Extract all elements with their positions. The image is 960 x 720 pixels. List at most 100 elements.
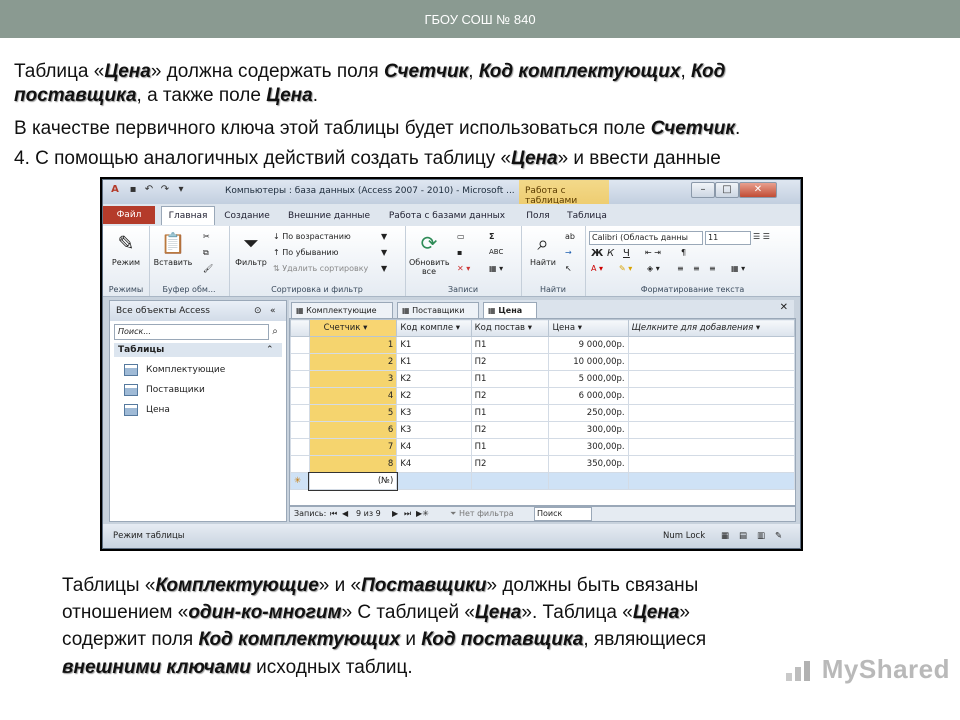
remove-sort-button[interactable]: ⇅ Удалить сортировку (273, 264, 368, 273)
cell-tsena[interactable]: 5 000,00р. (548, 370, 629, 388)
quick-access-dropdown-icon[interactable]: ▾ (175, 184, 187, 196)
cell-kod-komplektuyushchikh[interactable]: K4 (396, 455, 472, 473)
table-row[interactable]: 6 K3 П2 300,00р. (290, 421, 795, 439)
cell-empty[interactable] (627, 336, 795, 354)
no-filter-button[interactable]: ⏷ Нет фильтра (450, 507, 514, 521)
cell-kod-komplektuyushchikh[interactable]: K1 (396, 353, 472, 371)
column-header-tsena[interactable]: Цена ▾ (548, 319, 629, 337)
record-position[interactable]: 9 из 9 (356, 507, 381, 521)
toggle-filter-icon[interactable]: ▼ (381, 264, 387, 273)
chevron-down-icon[interactable]: ⊙ (254, 301, 262, 321)
cell-kod-postavshchika[interactable]: П1 (470, 404, 550, 422)
row-selector[interactable] (290, 404, 310, 422)
align-left-icon[interactable]: ≡ (677, 264, 684, 273)
cell-kod-postavshchika[interactable]: П2 (470, 387, 550, 405)
row-selector[interactable] (290, 370, 310, 388)
cell-new-schetchik[interactable]: (№) (308, 471, 398, 491)
cell-kod-komplektuyushchikh[interactable]: K3 (396, 404, 472, 422)
row-selector[interactable] (290, 336, 310, 354)
sort-descending-button[interactable]: ↑ По убыванию (273, 248, 338, 257)
copy-icon[interactable]: ⧉ (203, 248, 209, 258)
paste-button[interactable]: 📋 Вставить (153, 230, 193, 267)
cell-schetchik[interactable]: 7 (308, 438, 398, 456)
nav-search-input[interactable]: Поиск... (114, 324, 269, 340)
tab-fields[interactable]: Поля (523, 208, 553, 224)
pivot-chart-icon[interactable]: ▥ (757, 524, 765, 548)
cell-kod-postavshchika[interactable]: П2 (470, 421, 550, 439)
row-selector[interactable] (290, 438, 310, 456)
cell-empty[interactable] (396, 472, 472, 490)
undo-icon[interactable]: ↶ (143, 184, 155, 196)
cell-schetchik[interactable]: 6 (308, 421, 398, 439)
pivot-table-icon[interactable]: ▤ (739, 524, 747, 548)
view-button[interactable]: ✎ Режим (106, 230, 146, 267)
cell-empty[interactable] (627, 421, 795, 439)
replace-icon[interactable]: ab (565, 232, 575, 241)
nav-item-tsena[interactable]: t Цена (124, 401, 170, 419)
tab-file[interactable]: Файл (103, 206, 155, 224)
align-right-icon[interactable]: ≡ (709, 264, 716, 273)
align-center-icon[interactable]: ≡ (693, 264, 700, 273)
sort-ascending-button[interactable]: ↓ По возрастанию (273, 232, 351, 241)
select-icon[interactable]: ↖ (565, 264, 572, 273)
table-row[interactable]: 2 K1 П2 10 000,00р. (290, 353, 795, 371)
cell-tsena[interactable]: 6 000,00р. (548, 387, 629, 405)
spelling-button[interactable]: ABC (489, 248, 503, 256)
minimize-button[interactable]: – (691, 182, 715, 198)
column-header-kod-komplektuyushchikh[interactable]: Код компле ▾ (396, 319, 472, 337)
chevron-up-icon[interactable]: ⌃ (266, 343, 274, 357)
table-row[interactable]: 3 K2 П1 5 000,00р. (290, 370, 795, 388)
datasheet-view-icon[interactable]: ▦ (721, 524, 729, 548)
cell-schetchik[interactable]: 5 (308, 404, 398, 422)
delete-record-icon[interactable]: ✕ ▾ (457, 264, 470, 273)
save-icon[interactable]: ▪ (127, 184, 139, 196)
selection-filter-icon[interactable]: ▼ (381, 232, 387, 241)
table-row[interactable]: 4 K2 П2 6 000,00р. (290, 387, 795, 405)
cell-empty[interactable] (548, 472, 629, 490)
row-selector[interactable] (290, 455, 310, 473)
cell-schetchik[interactable]: 8 (308, 455, 398, 473)
prev-record-icon[interactable]: ◀ (342, 507, 348, 521)
doc-tab-tsena[interactable]: ▦ Цена (483, 302, 537, 318)
collapse-pane-icon[interactable]: « (270, 301, 276, 321)
advanced-filter-icon[interactable]: ▼ (381, 248, 387, 257)
new-record-nav-icon[interactable]: ▶✳ (416, 507, 429, 521)
fill-color-icon[interactable]: ◈ ▾ (647, 264, 660, 273)
font-color-icon[interactable]: A ▾ (591, 264, 603, 273)
search-icon[interactable]: ⌕ (268, 324, 282, 340)
doc-tab-komplektuyushchie[interactable]: ▦ Комплектующие (291, 302, 393, 318)
cell-empty[interactable] (627, 353, 795, 371)
direction-icon[interactable]: ¶ (681, 248, 686, 257)
first-record-icon[interactable]: ⏮ (330, 507, 337, 521)
add-column-header[interactable]: Щелкните для добавления ▾ (627, 319, 795, 337)
cell-tsena[interactable]: 300,00р. (548, 421, 629, 439)
cell-kod-postavshchika[interactable]: П2 (470, 455, 550, 473)
record-search-input[interactable]: Поиск (534, 507, 592, 521)
maximize-button[interactable]: □ (715, 182, 739, 198)
close-document-icon[interactable]: ✕ (780, 302, 788, 313)
list-icon[interactable]: ☰ ☰ (753, 232, 770, 241)
cell-empty[interactable] (627, 438, 795, 456)
tab-create[interactable]: Создание (219, 208, 275, 224)
row-selector[interactable] (290, 353, 310, 371)
cell-tsena[interactable]: 9 000,00р. (548, 336, 629, 354)
last-record-icon[interactable]: ⏭ (404, 507, 411, 521)
save-record-icon[interactable]: ▪ (457, 248, 462, 257)
cell-kod-komplektuyushchikh[interactable]: K2 (396, 387, 472, 405)
gridlines-icon[interactable]: ▦ ▾ (731, 264, 745, 273)
cell-kod-postavshchika[interactable]: П2 (470, 353, 550, 371)
indent-icon[interactable]: ⇤ ⇥ (645, 248, 661, 257)
highlight-icon[interactable]: ✎ ▾ (619, 264, 632, 273)
chevron-down-icon[interactable]: ▾ (756, 323, 760, 333)
tab-external-data[interactable]: Внешние данные (283, 208, 375, 224)
cell-empty[interactable] (627, 404, 795, 422)
table-row[interactable]: 7 K4 П1 300,00р. (290, 438, 795, 456)
cell-tsena[interactable]: 250,00р. (548, 404, 629, 422)
new-record-icon[interactable]: ▭ (457, 232, 465, 241)
cell-kod-postavshchika[interactable]: П1 (470, 438, 550, 456)
format-painter-icon[interactable]: 🖌 (203, 264, 213, 273)
more-records-icon[interactable]: ▦ ▾ (489, 264, 503, 273)
cell-tsena[interactable]: 350,00р. (548, 455, 629, 473)
refresh-all-button[interactable]: ⟳ Обновить все (409, 230, 450, 276)
underline-button[interactable]: Ч (623, 248, 630, 259)
